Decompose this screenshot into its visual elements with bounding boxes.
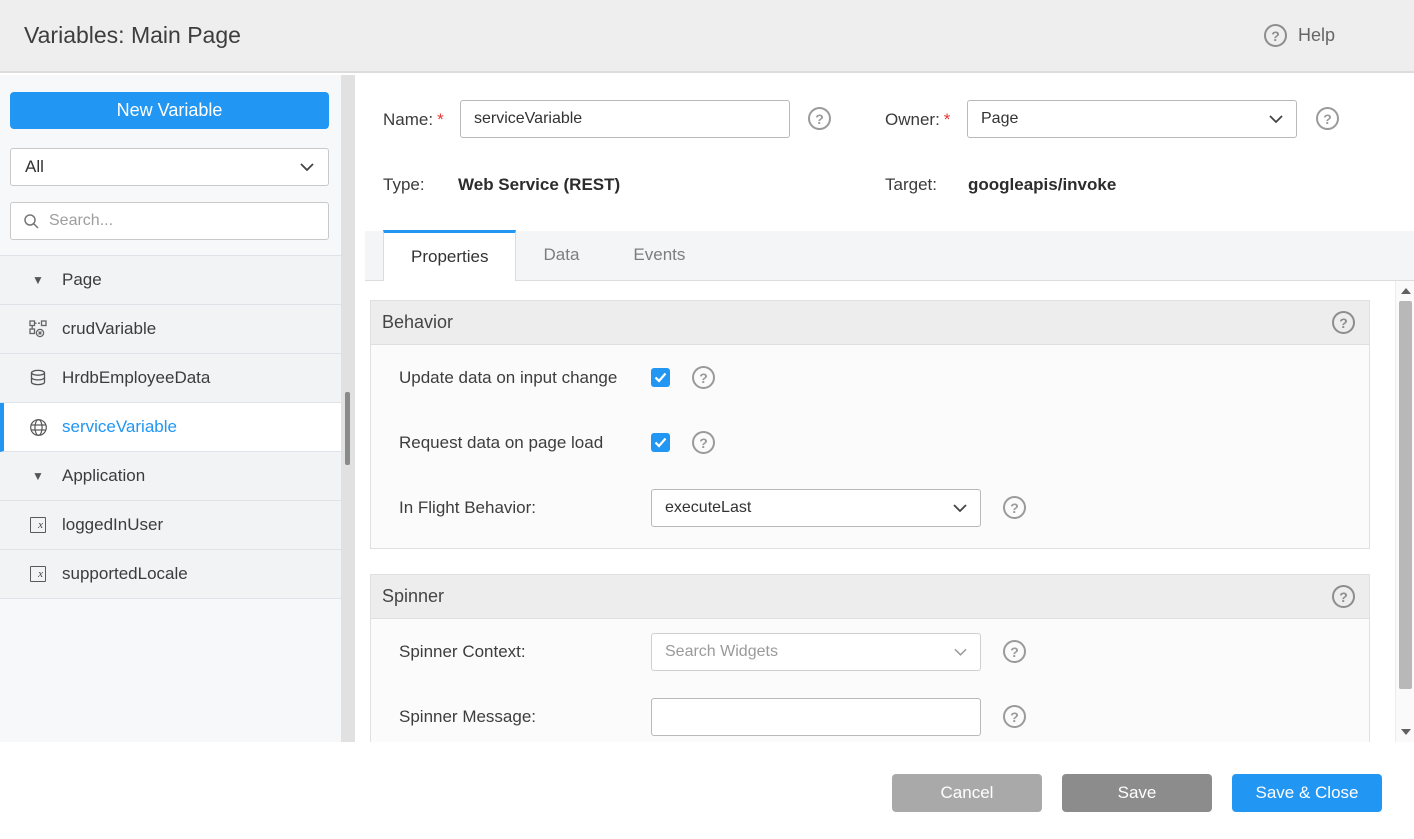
properties-tab-content: Behavior ? Update data on input change ?… xyxy=(365,281,1414,742)
variables-sidebar: New Variable All ▼ Page xyxy=(0,75,355,742)
tab-properties[interactable]: Properties xyxy=(383,230,516,281)
spinner-section-header: Spinner ? xyxy=(371,575,1369,619)
new-variable-button[interactable]: New Variable xyxy=(10,92,329,129)
behavior-section-title: Behavior xyxy=(382,312,1332,333)
spinner-section-title: Spinner xyxy=(382,586,1332,607)
help-circle-icon: ? xyxy=(1264,24,1287,47)
chevron-down-icon xyxy=(300,163,314,171)
globe-icon xyxy=(28,418,48,437)
update-data-label: Update data on input change xyxy=(399,368,651,388)
request-data-checkbox[interactable] xyxy=(651,433,670,452)
variable-label: supportedLocale xyxy=(62,564,188,584)
type-label: Type: xyxy=(383,175,425,195)
dialog-header: Variables: Main Page ? Help xyxy=(0,0,1414,73)
sidebar-group-page[interactable]: ▼ Page xyxy=(0,256,341,305)
scroll-down-arrow-icon[interactable] xyxy=(1396,724,1414,740)
required-marker: * xyxy=(944,110,951,129)
spinner-message-row: Spinner Message: ? xyxy=(371,684,1369,742)
name-label: Name:* xyxy=(383,110,444,130)
group-label: Application xyxy=(62,466,145,486)
variable-label: serviceVariable xyxy=(62,417,177,437)
sidebar-item-hrdbemployeedata[interactable]: HrdbEmployeeData xyxy=(0,354,341,403)
detail-tabbar: Properties Data Events xyxy=(365,231,1414,281)
request-data-row: Request data on page load ? xyxy=(371,410,1369,475)
spinner-message-help-icon[interactable]: ? xyxy=(1003,705,1026,728)
update-data-help-icon[interactable]: ? xyxy=(692,366,715,389)
request-data-label: Request data on page load xyxy=(399,433,651,453)
variable-list: ▼ Page crudVariable xyxy=(0,255,341,599)
in-flight-select[interactable]: executeLast xyxy=(651,489,981,527)
variable-label: crudVariable xyxy=(62,319,156,339)
cancel-button[interactable]: Cancel xyxy=(892,774,1042,812)
in-flight-help-icon[interactable]: ? xyxy=(1003,496,1026,519)
sidebar-scrollbar[interactable] xyxy=(341,75,355,742)
spinner-message-label: Spinner Message: xyxy=(399,707,651,727)
sidebar-item-loggedinuser[interactable]: x loggedInUser xyxy=(0,501,341,550)
chevron-down-icon xyxy=(1269,115,1283,123)
owner-help-icon[interactable]: ? xyxy=(1316,107,1339,130)
save-button[interactable]: Save xyxy=(1062,774,1212,812)
search-icon xyxy=(23,213,40,230)
content-scrollbar[interactable] xyxy=(1395,281,1414,742)
behavior-section: Behavior ? Update data on input change ?… xyxy=(370,300,1370,549)
chevron-down-icon xyxy=(953,504,967,512)
owner-select[interactable]: Page xyxy=(967,100,1297,138)
sidebar-item-servicevariable[interactable]: serviceVariable xyxy=(0,403,341,452)
triangle-down-icon: ▼ xyxy=(28,273,48,287)
model-variable-icon: x xyxy=(28,566,48,582)
required-marker: * xyxy=(437,110,444,129)
sidebar-scrollbar-thumb[interactable] xyxy=(345,392,350,465)
triangle-down-icon: ▼ xyxy=(28,469,48,483)
behavior-section-header: Behavior ? xyxy=(371,301,1369,345)
spinner-context-placeholder: Search Widgets xyxy=(665,643,954,661)
name-help-icon[interactable]: ? xyxy=(808,107,831,130)
help-button[interactable]: ? Help xyxy=(1264,0,1335,71)
content-scrollbar-thumb[interactable] xyxy=(1399,301,1412,689)
filter-selected-value: All xyxy=(25,157,300,177)
target-label: Target: xyxy=(885,175,937,195)
owner-selected-value: Page xyxy=(981,110,1269,128)
help-label: Help xyxy=(1298,25,1335,46)
spinner-section: Spinner ? Spinner Context: Search Widget… xyxy=(370,574,1370,742)
search-input[interactable] xyxy=(49,212,316,230)
update-data-checkbox[interactable] xyxy=(651,368,670,387)
owner-label: Owner:* xyxy=(885,110,950,130)
variable-detail-panel: Name:* ? Owner:* Page ? Type: Web Servic… xyxy=(365,73,1414,742)
behavior-help-icon[interactable]: ? xyxy=(1332,311,1355,334)
group-label: Page xyxy=(62,270,102,290)
spinner-context-select[interactable]: Search Widgets xyxy=(651,633,981,671)
spinner-help-icon[interactable]: ? xyxy=(1332,585,1355,608)
in-flight-selected-value: executeLast xyxy=(665,499,953,517)
chevron-down-icon xyxy=(954,648,967,656)
spinner-context-label: Spinner Context: xyxy=(399,642,651,662)
model-variable-icon: x xyxy=(28,517,48,533)
tab-events[interactable]: Events xyxy=(606,230,712,280)
save-and-close-button[interactable]: Save & Close xyxy=(1232,774,1382,812)
variable-search xyxy=(10,202,329,240)
in-flight-row: In Flight Behavior: executeLast ? xyxy=(371,475,1369,540)
spinner-message-field[interactable] xyxy=(651,698,981,736)
request-data-help-icon[interactable]: ? xyxy=(692,431,715,454)
variable-form-header: Name:* ? Owner:* Page ? Type: Web Servic… xyxy=(365,73,1414,231)
in-flight-label: In Flight Behavior: xyxy=(399,498,651,518)
dialog-footer: Cancel Save Save & Close xyxy=(0,742,1414,839)
spinner-context-help-icon[interactable]: ? xyxy=(1003,640,1026,663)
database-icon xyxy=(28,369,48,387)
variable-label: HrdbEmployeeData xyxy=(62,368,210,388)
variables-dialog: Variables: Main Page ? Help New Variable… xyxy=(0,0,1414,839)
variable-filter-select[interactable]: All xyxy=(10,148,329,186)
update-data-row: Update data on input change ? xyxy=(371,345,1369,410)
tab-data[interactable]: Data xyxy=(516,230,606,280)
name-field[interactable] xyxy=(460,100,790,138)
sidebar-group-application[interactable]: ▼ Application xyxy=(0,452,341,501)
scroll-up-arrow-icon[interactable] xyxy=(1396,283,1414,299)
variable-label: loggedInUser xyxy=(62,515,163,535)
spinner-context-row: Spinner Context: Search Widgets ? xyxy=(371,619,1369,684)
target-value: googleapis/invoke xyxy=(968,175,1116,195)
page-title: Variables: Main Page xyxy=(24,22,241,49)
crud-icon xyxy=(28,320,48,338)
type-value: Web Service (REST) xyxy=(458,175,620,195)
sidebar-item-supportedlocale[interactable]: x supportedLocale xyxy=(0,550,341,599)
sidebar-item-crudvariable[interactable]: crudVariable xyxy=(0,305,341,354)
